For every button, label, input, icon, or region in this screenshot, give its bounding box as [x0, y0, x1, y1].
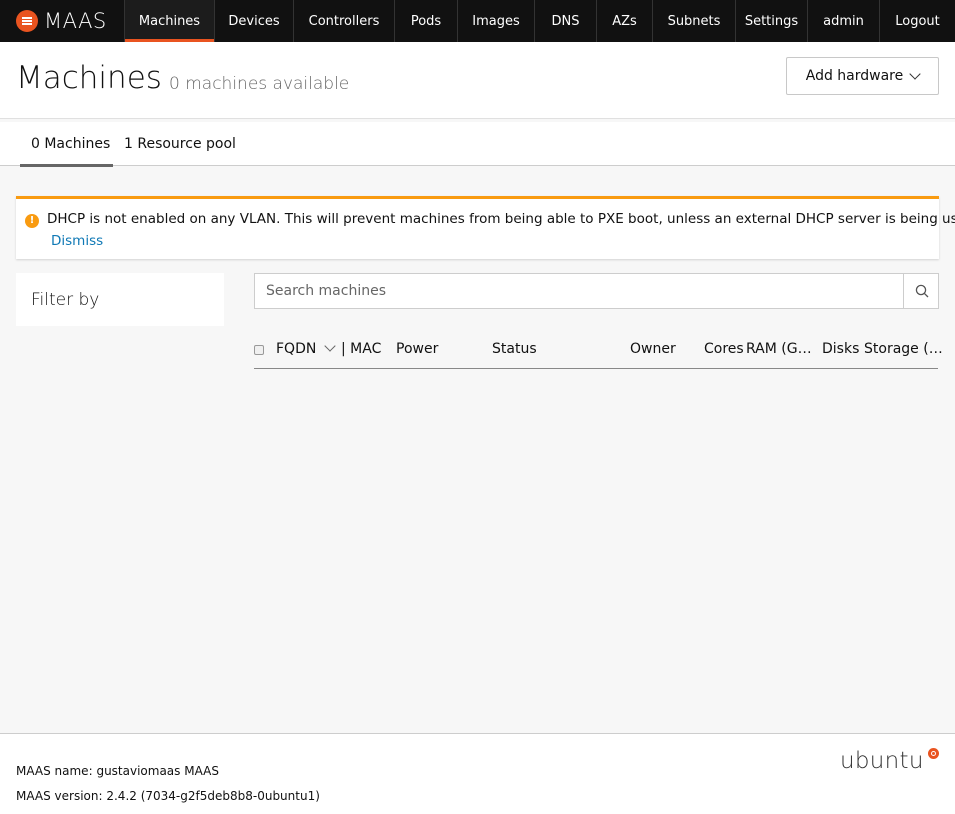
nav-item-settings[interactable]: Settings	[736, 0, 808, 42]
maas-version-value: 2.4.2 (7034-g2f5deb8b8-0ubuntu1)	[106, 789, 320, 803]
column-disks[interactable]: Disks	[822, 341, 859, 357]
dismiss-link[interactable]: Dismiss	[51, 233, 103, 249]
tab-resource-pools[interactable]: 1 Resource pool	[124, 122, 236, 166]
column-fqdn[interactable]: FQDN	[276, 341, 316, 357]
warning-icon: !	[25, 214, 39, 228]
maas-name-label: MAAS name:	[16, 764, 93, 778]
nav-item-admin[interactable]: admin	[808, 0, 880, 42]
search-input[interactable]	[255, 274, 904, 308]
dhcp-warning-notification: ! DHCP is not enabled on any VLAN. This …	[16, 196, 955, 259]
maas-version-line: MAAS version: 2.4.2 (7034-g2f5deb8b8-0ub…	[16, 789, 320, 803]
nav-item-pods[interactable]: Pods	[395, 0, 458, 42]
chevron-down-icon	[909, 68, 921, 80]
machines-table-header: FQDN | MAC Power Status Owner Cores RAM …	[254, 330, 943, 369]
page-title: Machines	[16, 60, 162, 96]
filter-panel: Filter by	[16, 273, 224, 326]
maas-name-value: gustaviomaas MAAS	[96, 764, 219, 778]
maas-name-line: MAAS name: gustaviomaas MAAS	[16, 764, 219, 778]
nav-item-devices[interactable]: Devices	[215, 0, 294, 42]
tab-bar: 0 Machines 1 Resource pool	[0, 122, 955, 167]
filter-title: Filter by	[31, 290, 100, 310]
tab-machines[interactable]: 0 Machines	[20, 122, 113, 167]
column-ram[interactable]: RAM (G…	[746, 341, 812, 357]
ubuntu-logo: ubuntu	[840, 748, 924, 774]
nav-item-dns[interactable]: DNS	[535, 0, 597, 42]
top-navigation: MAAS Machines Devices Controllers Pods I…	[0, 0, 955, 42]
add-hardware-button[interactable]: Add hardware	[786, 57, 939, 95]
nav-item-images[interactable]: Images	[458, 0, 535, 42]
machines-available-count: 0 machines available	[169, 74, 350, 94]
search-button[interactable]	[903, 274, 938, 308]
ubuntu-circle-of-friends-icon	[928, 748, 939, 759]
nav-item-subnets[interactable]: Subnets	[653, 0, 736, 42]
page-header: Machines 0 machines available Add hardwa…	[0, 42, 955, 119]
search-box	[254, 273, 939, 309]
column-cores[interactable]: Cores	[704, 341, 744, 357]
add-hardware-label: Add hardware	[805, 68, 904, 84]
nav-item-controllers[interactable]: Controllers	[294, 0, 395, 42]
select-all-checkbox[interactable]	[254, 345, 264, 355]
nav-item-logout[interactable]: Logout	[880, 0, 955, 42]
sort-chevron-icon[interactable]	[324, 340, 336, 352]
brand-name: MAAS	[44, 9, 107, 33]
maas-logo-icon	[16, 10, 38, 32]
nav-item-azs[interactable]: AZs	[597, 0, 653, 42]
maas-version-label: MAAS version:	[16, 789, 103, 803]
page-footer: MAAS name: gustaviomaas MAAS MAAS versio…	[0, 733, 955, 814]
column-owner[interactable]: Owner	[630, 341, 676, 357]
notification-message: DHCP is not enabled on any VLAN. This wi…	[47, 211, 955, 227]
column-power[interactable]: Power	[396, 341, 438, 357]
column-mac[interactable]: | MAC	[341, 341, 381, 357]
column-status[interactable]: Status	[492, 341, 537, 357]
maas-logo[interactable]: MAAS	[0, 0, 125, 42]
search-icon	[915, 284, 929, 298]
nav-item-machines[interactable]: Machines	[125, 0, 215, 42]
column-storage[interactable]: Storage (…	[864, 341, 943, 357]
